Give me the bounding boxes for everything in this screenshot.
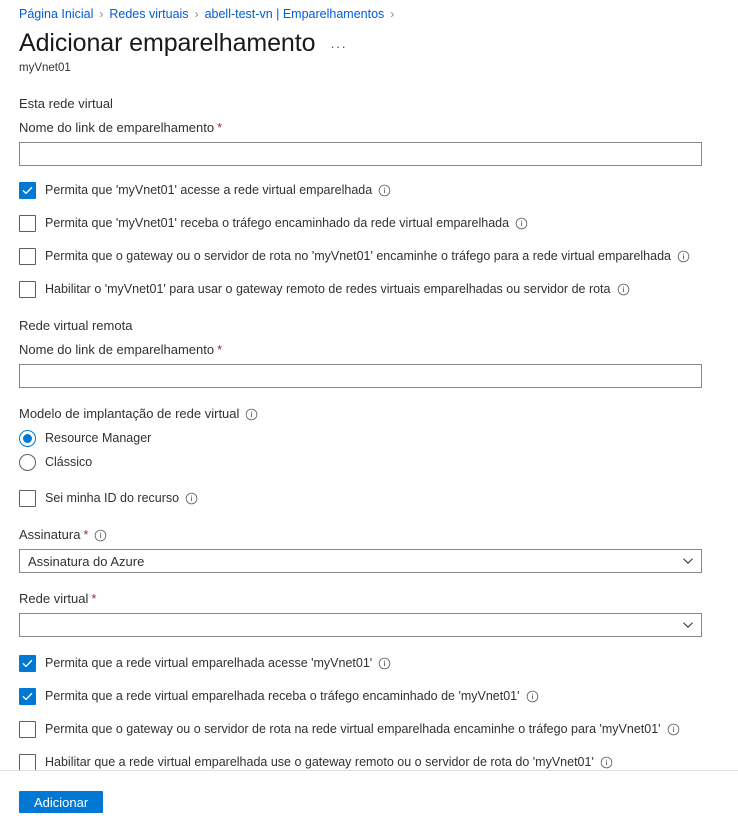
- info-icon[interactable]: [677, 250, 690, 263]
- subscription-dropdown[interactable]: Assinatura do Azure: [19, 549, 702, 573]
- checkbox-allow-access-local[interactable]: [19, 182, 36, 199]
- add-peering-form: Esta rede virtual Nome do link de empare…: [0, 95, 738, 771]
- radio-row-classic[interactable]: Clássico: [19, 454, 738, 471]
- subscription-label: Assinatura *: [19, 526, 738, 544]
- footer-actions: Adicionar: [19, 791, 104, 813]
- remote-checkbox-row-1[interactable]: Permita que a rede virtual emparelhada r…: [19, 688, 738, 705]
- remote-checkbox-label-1[interactable]: Permita que a rede virtual emparelhada r…: [45, 688, 520, 705]
- label-text: Nome do link de emparelhamento: [19, 120, 215, 135]
- checkbox-allow-forwarded-traffic-local[interactable]: [19, 215, 36, 232]
- remote-peering-link-name-input[interactable]: [19, 364, 702, 388]
- label-text: Modelo de implantação de rede virtual: [19, 406, 240, 421]
- footer-divider: [0, 770, 738, 771]
- local-peering-link-name-label: Nome do link de emparelhamento *: [19, 119, 738, 137]
- more-options-icon[interactable]: ···: [327, 37, 350, 56]
- local-checkbox-row-3[interactable]: Habilitar o 'myVnet01' para usar o gatew…: [19, 281, 738, 298]
- info-icon[interactable]: [667, 723, 680, 736]
- radio-label-resource-manager[interactable]: Resource Manager: [45, 430, 151, 447]
- virtual-network-dropdown[interactable]: [19, 613, 702, 637]
- section-heading-remote: Rede virtual remota: [19, 318, 133, 333]
- deployment-model-label: Modelo de implantação de rede virtual: [19, 405, 738, 423]
- checkbox-allow-access-remote[interactable]: [19, 655, 36, 672]
- local-checkbox-row-2[interactable]: Permita que o gateway ou o servidor de r…: [19, 248, 738, 265]
- breadcrumb: Página Inicial › Redes virtuais › abell-…: [0, 0, 738, 23]
- breadcrumb-separator-icon: ›: [194, 7, 199, 21]
- remote-checkbox-row-2[interactable]: Permita que o gateway ou o servidor de r…: [19, 721, 738, 738]
- breadcrumb-item-virtual-networks[interactable]: Redes virtuais: [109, 5, 188, 23]
- remote-checkbox-label-3[interactable]: Habilitar que a rede virtual emparelhada…: [45, 754, 594, 771]
- checkbox-allow-gateway-transit-local[interactable]: [19, 248, 36, 265]
- checkbox-allow-forwarded-traffic-remote[interactable]: [19, 688, 36, 705]
- breadcrumb-separator-icon: ›: [99, 7, 104, 21]
- page-title: Adicionar emparelhamento: [19, 29, 316, 57]
- remote-checkbox-label-0[interactable]: Permita que a rede virtual emparelhada a…: [45, 655, 372, 672]
- breadcrumb-item-home[interactable]: Página Inicial: [19, 5, 93, 23]
- radio-classic[interactable]: [19, 454, 36, 471]
- required-asterisk: *: [83, 527, 89, 542]
- required-asterisk: *: [217, 342, 223, 357]
- info-icon[interactable]: [378, 657, 391, 670]
- label-text: Nome do link de emparelhamento: [19, 342, 215, 357]
- remote-checkbox-row-3[interactable]: Habilitar que a rede virtual emparelhada…: [19, 754, 738, 771]
- info-icon[interactable]: [185, 492, 198, 505]
- radio-label-classic[interactable]: Clássico: [45, 454, 92, 471]
- info-icon[interactable]: [526, 690, 539, 703]
- know-resource-id-label[interactable]: Sei minha ID do recurso: [45, 490, 179, 507]
- know-resource-id-row[interactable]: Sei minha ID do recurso: [19, 490, 738, 507]
- info-icon[interactable]: [617, 283, 630, 296]
- remote-peering-link-name-label: Nome do link de emparelhamento *: [19, 341, 738, 359]
- local-checkbox-label-2[interactable]: Permita que o gateway ou o servidor de r…: [45, 248, 671, 265]
- local-checkbox-label-1[interactable]: Permita que 'myVnet01' receba o tráfego …: [45, 215, 509, 232]
- label-text: Assinatura: [19, 527, 81, 542]
- info-icon[interactable]: [515, 217, 528, 230]
- checkbox-allow-gateway-transit-remote[interactable]: [19, 721, 36, 738]
- required-asterisk: *: [91, 591, 97, 606]
- info-icon[interactable]: [378, 184, 391, 197]
- checkbox-use-remote-gateway-remote[interactable]: [19, 754, 36, 771]
- add-button[interactable]: Adicionar: [19, 791, 104, 813]
- remote-checkbox-row-0[interactable]: Permita que a rede virtual emparelhada a…: [19, 655, 738, 672]
- breadcrumb-separator-icon: ›: [390, 7, 395, 21]
- radio-resource-manager[interactable]: [19, 430, 36, 447]
- checkbox-know-resource-id[interactable]: [19, 490, 36, 507]
- breadcrumb-item-peerings[interactable]: abell-test-vn | Emparelhamentos: [205, 5, 385, 23]
- local-checkbox-row-0[interactable]: Permita que 'myVnet01' acesse a rede vir…: [19, 182, 738, 199]
- local-checkbox-row-1[interactable]: Permita que 'myVnet01' receba o tráfego …: [19, 215, 738, 232]
- required-asterisk: *: [217, 120, 223, 135]
- page-subtitle: myVnet01: [19, 62, 71, 74]
- checkbox-use-remote-gateway-local[interactable]: [19, 281, 36, 298]
- local-checkbox-label-0[interactable]: Permita que 'myVnet01' acesse a rede vir…: [45, 182, 372, 199]
- local-checkbox-label-3[interactable]: Habilitar o 'myVnet01' para usar o gatew…: [45, 281, 611, 298]
- page-header: Adicionar emparelhamento ···: [0, 23, 738, 59]
- subscription-dropdown-value[interactable]: Assinatura do Azure: [19, 549, 702, 573]
- label-text: Rede virtual: [19, 591, 89, 606]
- info-icon[interactable]: [600, 756, 613, 769]
- virtual-network-label: Rede virtual *: [19, 590, 738, 608]
- virtual-network-dropdown-value[interactable]: [19, 613, 702, 637]
- remote-checkbox-label-2[interactable]: Permita que o gateway ou o servidor de r…: [45, 721, 661, 738]
- section-heading-local: Esta rede virtual: [19, 96, 113, 111]
- info-icon[interactable]: [94, 529, 107, 542]
- info-icon[interactable]: [245, 408, 258, 421]
- local-peering-link-name-input[interactable]: [19, 142, 702, 166]
- radio-row-resource-manager[interactable]: Resource Manager: [19, 430, 738, 447]
